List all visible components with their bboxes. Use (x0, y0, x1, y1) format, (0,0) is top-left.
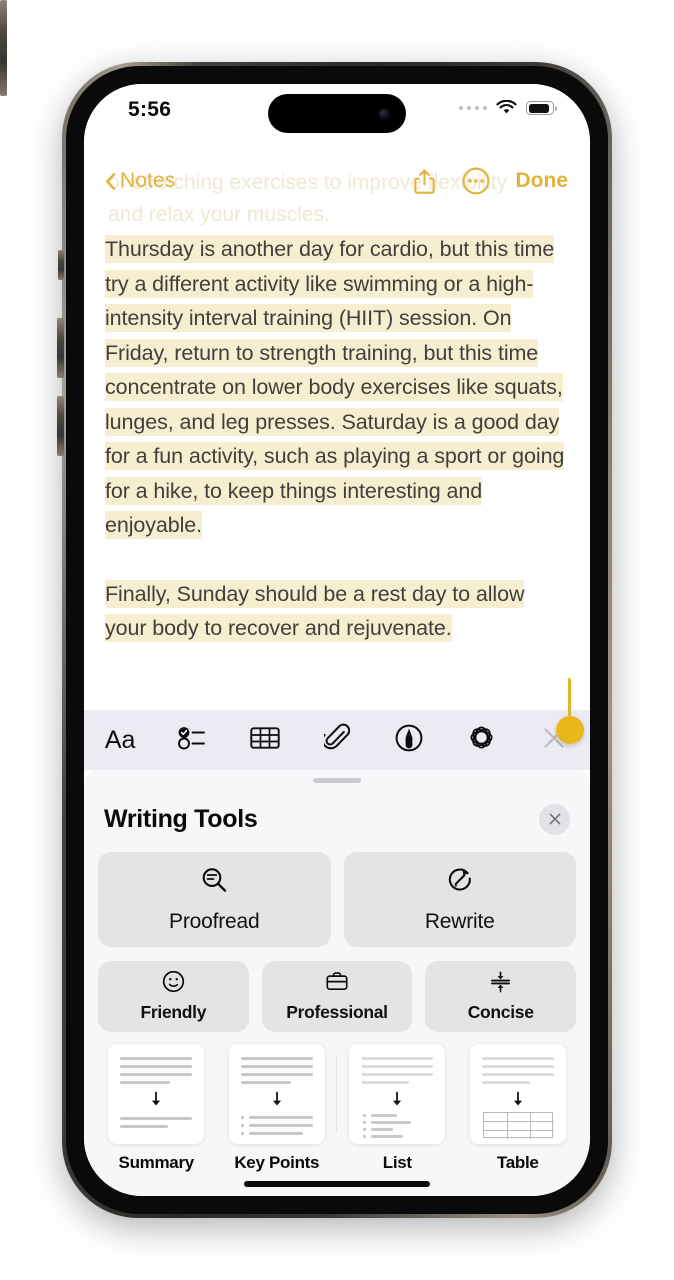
markup-button[interactable] (373, 710, 445, 770)
summary-doc-icon (108, 1044, 205, 1144)
table-icon (250, 726, 280, 755)
sheet-drag-handle[interactable] (313, 778, 361, 783)
proofread-button[interactable]: Proofread (98, 852, 331, 947)
table-label: Table (496, 1153, 539, 1172)
tone-actions-row: Friendly Professional Concise (98, 961, 577, 1032)
dynamic-island (268, 94, 406, 133)
status-bar-indicators (458, 99, 557, 116)
battery-icon (526, 101, 557, 115)
table-doc-icon (469, 1044, 566, 1144)
key-points-label: Key Points (234, 1153, 320, 1172)
writing-tools-header: Writing Tools (84, 792, 590, 846)
rewrite-button[interactable]: Rewrite (343, 852, 576, 947)
share-icon[interactable] (413, 168, 436, 195)
note-paragraph-1-text: Thursday is another day for cardio, but … (105, 235, 565, 539)
arrow-down-icon (270, 1091, 283, 1113)
text-selection-handle[interactable] (556, 716, 584, 744)
front-camera-icon (379, 108, 390, 119)
arrow-down-icon (150, 1091, 163, 1113)
transform-actions-row: Summary Key Points List Table (96, 1044, 578, 1173)
compress-arrows-icon (489, 970, 512, 998)
professional-button[interactable]: Professional (261, 961, 413, 1032)
status-bar-time: 5:56 (128, 98, 172, 121)
close-icon[interactable] (539, 803, 570, 835)
key-points-doc-icon (228, 1044, 325, 1144)
arrow-down-icon (391, 1091, 404, 1113)
back-button-label: Notes (120, 169, 176, 192)
professional-label: Professional (286, 1001, 388, 1022)
note-paragraph-2-text: Finally, Sunday should be a rest day to … (105, 579, 525, 642)
format-toolbar: Aa (84, 710, 590, 770)
key-points-button[interactable]: Key Points (217, 1044, 337, 1173)
list-button[interactable]: List (337, 1044, 458, 1173)
table-button[interactable] (229, 710, 301, 770)
table-button[interactable]: Table (458, 1044, 579, 1173)
summary-button[interactable]: Summary (96, 1044, 217, 1173)
power-button[interactable] (0, 0, 7, 96)
writing-tools-sheet: Writing Tools Proofread Rewrite Friendly… (84, 770, 590, 1196)
apple-intelligence-icon (467, 723, 496, 757)
note-text-body[interactable]: Thursday is another day for cardio, but … (105, 232, 565, 646)
rewrite-label: Rewrite (424, 910, 495, 933)
briefcase-icon (325, 971, 349, 998)
home-indicator[interactable] (244, 1181, 430, 1187)
silence-switch-button[interactable] (58, 250, 64, 280)
primary-actions-row: Proofread Rewrite (98, 852, 576, 947)
note-paragraph-gap (105, 543, 565, 577)
volume-down-button[interactable] (57, 396, 64, 456)
friendly-button[interactable]: Friendly (98, 961, 249, 1032)
rewrite-circular-arrow-icon (445, 865, 475, 901)
ellipsis-circle-icon[interactable] (462, 167, 490, 195)
done-button[interactable]: Done (516, 169, 569, 193)
apple-intelligence-button[interactable] (445, 710, 517, 770)
checklist-button[interactable] (156, 710, 228, 770)
list-label: List (382, 1153, 412, 1172)
note-paragraph-2: Finally, Sunday should be a rest day to … (105, 577, 565, 646)
writing-tools-title: Writing Tools (104, 804, 258, 833)
status-bar: 5:56 (84, 84, 590, 138)
proofread-label: Proofread (169, 910, 260, 933)
navigation-bar: Notes Done (84, 156, 590, 206)
wifi-icon (496, 99, 517, 116)
navigation-bar-actions: Done (413, 167, 569, 195)
list-doc-icon (349, 1044, 446, 1144)
attachment-button[interactable] (301, 710, 373, 770)
cellular-dots-icon (458, 105, 487, 111)
concise-label: Concise (467, 1002, 534, 1022)
concise-button[interactable]: Concise (425, 961, 577, 1032)
aa-icon: Aa (104, 725, 136, 754)
screenshot-stage: or stretching exercises to improve flexi… (0, 0, 674, 1280)
paperclip-icon (321, 723, 351, 758)
back-to-notes-button[interactable]: Notes (105, 169, 175, 193)
smiley-face-icon (162, 970, 185, 998)
phone-screen: or stretching exercises to improve flexi… (84, 84, 590, 1196)
chevron-left-icon (105, 172, 116, 191)
volume-up-button[interactable] (57, 318, 64, 378)
arrow-down-icon (511, 1091, 524, 1113)
note-paragraph-1: Thursday is another day for cardio, but … (105, 232, 565, 543)
text-caret (568, 678, 572, 716)
proofread-magnifier-icon (199, 865, 229, 901)
markup-pen-icon (395, 724, 423, 757)
summary-label: Summary (118, 1153, 195, 1172)
friendly-label: Friendly (140, 1002, 207, 1022)
format-text-button[interactable]: Aa (84, 710, 156, 770)
checklist-icon (177, 725, 207, 756)
